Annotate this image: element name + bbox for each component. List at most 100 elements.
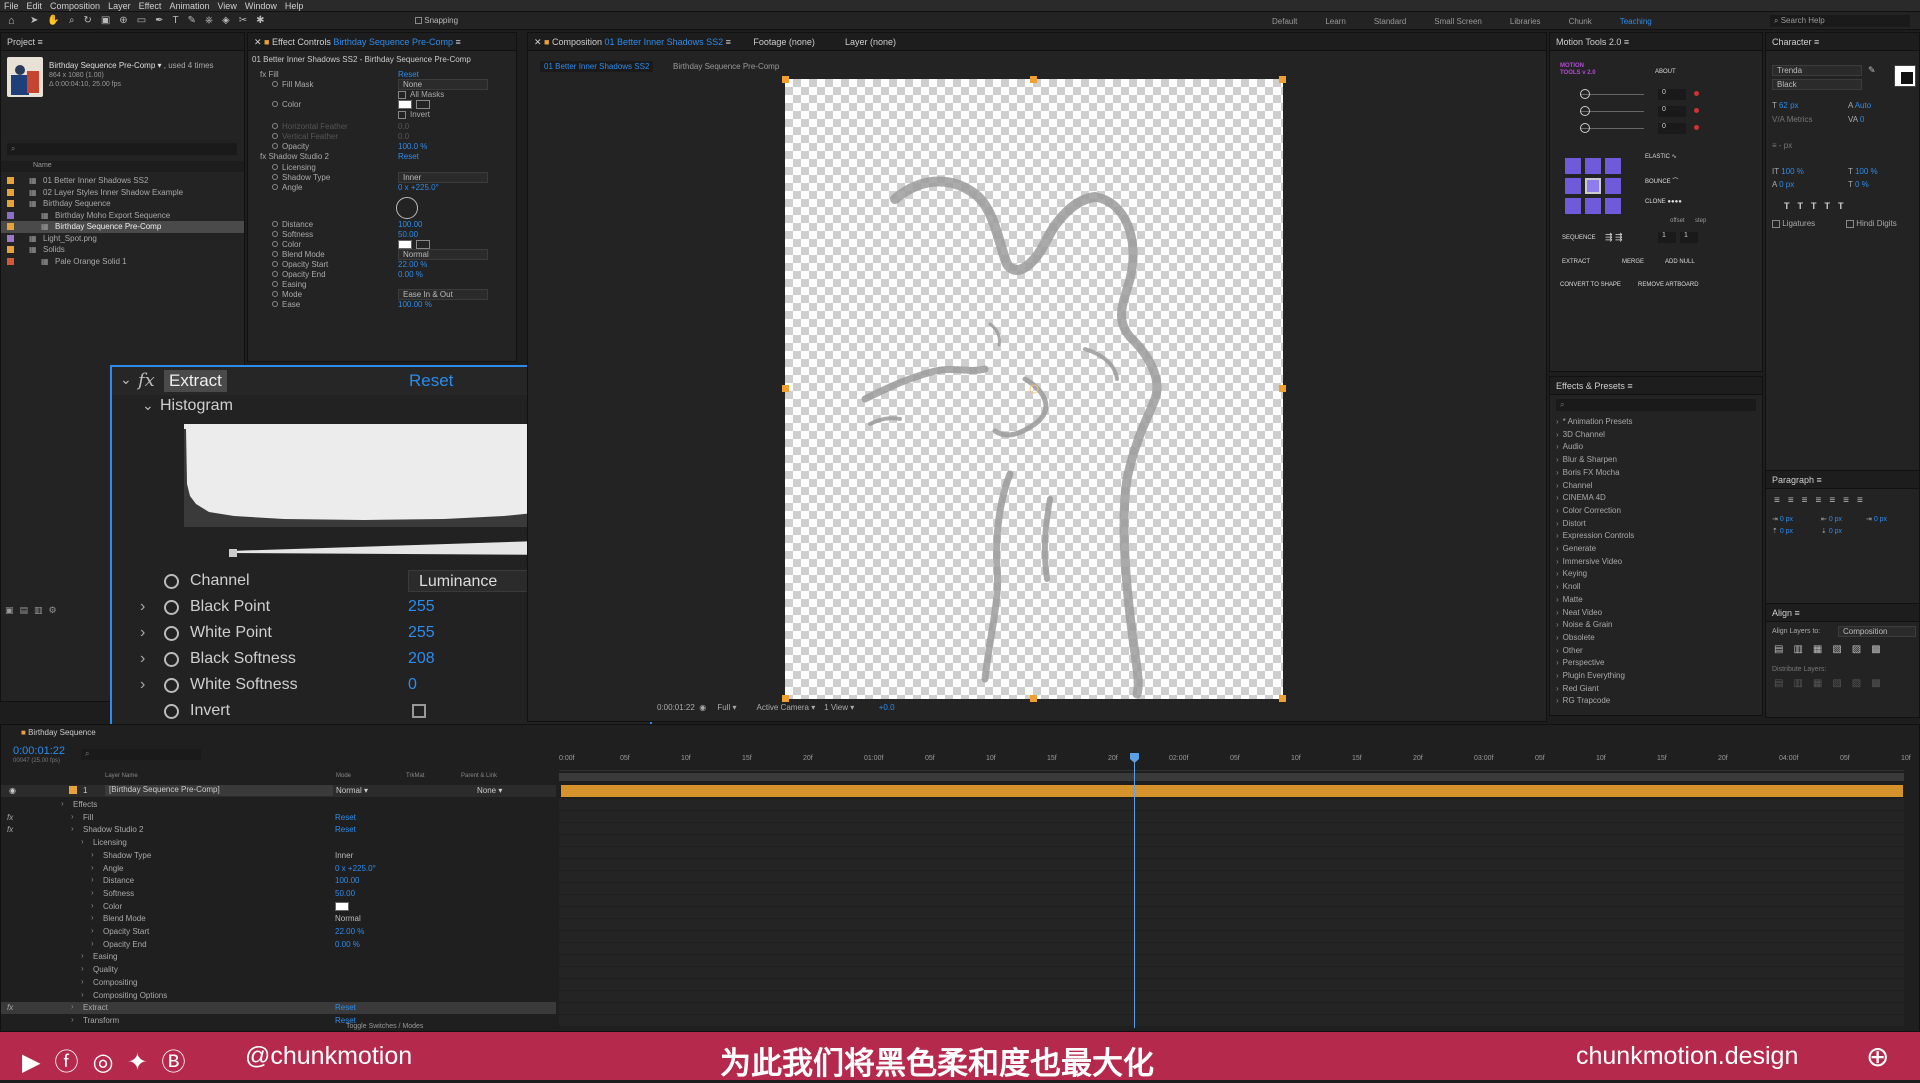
layer-row[interactable]: ◉ 1 [Birthday Sequence Pre-Comp] Normal …	[1, 785, 556, 797]
stopwatch-icon[interactable]	[272, 123, 278, 129]
eyedropper-icon[interactable]	[416, 240, 430, 249]
font-size-field[interactable]: T 62 px	[1772, 101, 1799, 110]
distribute-buttons[interactable]: ▤▥▦▧▨▩	[1774, 678, 1891, 689]
remove-artboard-button[interactable]: REMOVE ARTBOARD	[1638, 282, 1699, 288]
timeline-property-row[interactable]: › Transform Reset	[1, 1015, 556, 1027]
effect-category[interactable]: › Expression Controls	[1556, 531, 1756, 543]
effect-category[interactable]: › Red Giant	[1556, 684, 1756, 696]
effect-category[interactable]: › Noise & Grain	[1556, 620, 1756, 632]
effect-property-value[interactable]: 100.00	[398, 220, 422, 229]
effects-search[interactable]: ⌕	[1556, 399, 1756, 411]
stopwatch-icon[interactable]	[272, 231, 278, 237]
chevron-icon[interactable]: ›	[61, 799, 64, 808]
timeline-property-row[interactable]: › Distance 100.00	[1, 875, 556, 887]
vertical-scale-field[interactable]: IT 100 %	[1772, 167, 1804, 176]
stopwatch-icon[interactable]	[164, 574, 179, 589]
fx-icon[interactable]: fx	[7, 813, 13, 822]
effect-property-row[interactable]: Invert	[248, 109, 516, 121]
timeline-property-row[interactable]: › Angle 0 x +225.0°	[1, 863, 556, 875]
timeline-property-value[interactable]: Reset	[335, 813, 356, 822]
exposure-value[interactable]: +0.0	[879, 703, 895, 712]
menu-view[interactable]: View	[217, 1, 236, 11]
stopwatch-icon[interactable]	[272, 81, 278, 87]
clone-button[interactable]: CLONE ●●●●	[1645, 199, 1682, 205]
effect-property-value[interactable]: 100.0 %	[398, 142, 427, 151]
prop-value[interactable]: 255	[408, 598, 435, 616]
effect-category[interactable]: › Audio	[1556, 442, 1756, 454]
stopwatch-icon[interactable]	[272, 174, 278, 180]
effect-property-row[interactable]: Angle 0 x +225.0°	[248, 182, 516, 194]
work-area-bar[interactable]	[559, 773, 1904, 781]
bbox-handle[interactable]	[1279, 385, 1286, 392]
stopwatch-icon[interactable]	[272, 221, 278, 227]
sequence-button[interactable]: SEQUENCE	[1562, 235, 1596, 241]
angle-dial[interactable]	[396, 197, 418, 219]
menu-effect[interactable]: Effect	[139, 1, 162, 11]
timeline-property-row[interactable]: › Licensing	[1, 837, 556, 849]
stamp-tool-icon[interactable]: ⎈	[205, 15, 222, 26]
ligatures-checkbox[interactable]: Ligatures	[1772, 219, 1815, 228]
effect-category[interactable]: › Plugin Everything	[1556, 671, 1756, 683]
timeline-timecode[interactable]: 0:00:01:22	[13, 745, 65, 757]
expand-arrow-icon[interactable]: ›	[140, 676, 145, 694]
chevron-icon[interactable]: ›	[81, 964, 84, 973]
slider-knob[interactable]	[1580, 89, 1590, 99]
effect-property-value[interactable]: 0.0	[398, 122, 409, 131]
timeline-property-row[interactable]: › Color	[1, 901, 556, 913]
stopwatch-icon[interactable]	[272, 101, 278, 107]
view-select[interactable]: 1 View ▾	[824, 703, 854, 712]
stopwatch-icon[interactable]	[164, 652, 179, 667]
menu-layer[interactable]: Layer	[108, 1, 131, 11]
fx-icon[interactable]: fx	[138, 370, 155, 391]
visibility-icon[interactable]: ◉	[9, 786, 16, 795]
project-item[interactable]: ▦ Birthday Sequence	[1, 198, 244, 210]
about-button[interactable]: ABOUT	[1655, 69, 1676, 75]
effect-category[interactable]: › Immersive Video	[1556, 557, 1756, 569]
time-ruler[interactable]: 0:00f 05f 10f 15f 20f 01:00f 05f 10f 15f 20f 02:00…	[559, 753, 1911, 771]
indent-right-field[interactable]: ⇤ 0 px	[1821, 515, 1842, 523]
bbox-handle[interactable]	[1279, 695, 1286, 702]
footer-site[interactable]: chunkmotion.design	[1576, 1042, 1798, 1071]
effect-property-value[interactable]: 0.0	[398, 132, 409, 141]
effect-property-value[interactable]: Reset	[398, 152, 419, 161]
keyframe-dot-icon[interactable]	[1694, 91, 1699, 96]
label-color-swatch[interactable]	[7, 257, 14, 265]
comp-breadcrumb-1[interactable]: 01 Better Inner Shadows SS2	[540, 61, 654, 72]
search-help-field[interactable]: ⌕ Search Help	[1770, 15, 1910, 27]
timeline-property-row[interactable]: › Softness 50.00	[1, 888, 556, 900]
project-item[interactable]: ▦ Pale Orange Solid 1	[1, 256, 244, 268]
effect-property-value[interactable]: 22.00 %	[398, 260, 427, 269]
fx-icon[interactable]: fx	[7, 825, 13, 834]
timeline-property-row[interactable]: › Quality	[1, 964, 556, 976]
chevron-icon[interactable]: ›	[71, 824, 74, 833]
chevron-icon[interactable]: ›	[91, 850, 94, 859]
effect-category[interactable]: › Generate	[1556, 544, 1756, 556]
rectangle-tool-icon[interactable]: ▭	[137, 15, 155, 26]
keyframe-dot-icon[interactable]	[1694, 125, 1699, 130]
timeline-property-row[interactable]: › Easing	[1, 951, 556, 963]
project-item[interactable]: ▦ Birthday Sequence Pre-Comp	[1, 221, 244, 233]
effect-property-row[interactable]	[248, 195, 516, 219]
invert-checkbox[interactable]	[412, 704, 426, 718]
timeline-property-row[interactable]: › Blend Mode Normal	[1, 913, 556, 925]
camera-icon[interactable]: ◉	[699, 703, 706, 712]
timeline-property-row[interactable]: › Shadow Type Inner	[1, 850, 556, 862]
workspace-standard[interactable]: Standard	[1374, 17, 1406, 26]
menu-help[interactable]: Help	[285, 1, 304, 11]
eyedropper-icon[interactable]: ✎	[1868, 65, 1876, 76]
stopwatch-icon[interactable]	[272, 241, 278, 247]
effect-property-value[interactable]: 0.00 %	[398, 270, 423, 279]
bbox-handle[interactable]	[782, 385, 789, 392]
fx-icon[interactable]: fx	[7, 1003, 13, 1012]
sequence-offset[interactable]: 1	[1658, 232, 1676, 243]
expand-arrow-icon[interactable]: ›	[140, 624, 145, 642]
effect-category[interactable]: › * Animation Presets	[1556, 417, 1756, 429]
playhead[interactable]	[1134, 753, 1135, 1028]
effect-property-checkbox[interactable]	[398, 91, 406, 99]
effect-category[interactable]: › Blur & Sharpen	[1556, 455, 1756, 467]
rotate-tool-icon[interactable]: ↻	[83, 15, 100, 26]
effect-category[interactable]: › Keying	[1556, 569, 1756, 581]
effect-category[interactable]: › Knoll	[1556, 582, 1756, 594]
layer-duration-bar[interactable]	[561, 785, 1903, 797]
extract-name[interactable]: Extract	[164, 370, 227, 392]
